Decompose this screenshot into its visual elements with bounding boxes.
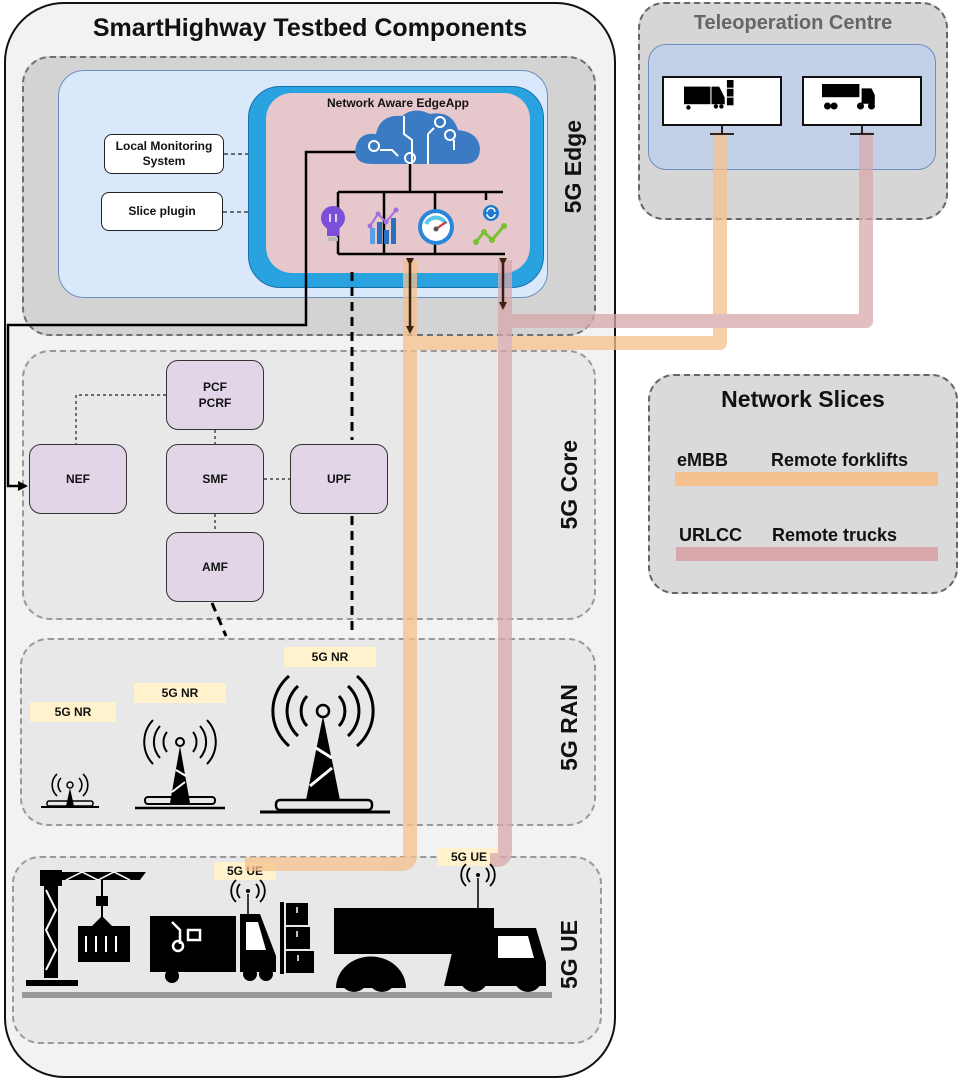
speedometer-icon xyxy=(418,209,454,245)
crane-icon xyxy=(26,870,146,986)
lightbulb-icon xyxy=(321,206,345,241)
road xyxy=(22,992,552,998)
forklift-truck-icon xyxy=(150,879,314,983)
urllc-slice-path-tele xyxy=(505,132,873,328)
forklift-truck-monitor-icon xyxy=(684,80,734,110)
cell-tower-medium-icon xyxy=(135,719,225,810)
amf-ran-link xyxy=(210,602,228,637)
pcf-nef-link xyxy=(75,394,166,444)
truck-monitor-icon xyxy=(822,84,876,110)
network-sync-icon xyxy=(473,205,507,245)
truck-icon xyxy=(334,863,546,992)
diagram-overlay xyxy=(6,80,876,998)
ai-cloud-icon xyxy=(355,110,480,164)
cell-tower-large-icon xyxy=(260,674,390,814)
edgeapp-nef-link xyxy=(6,150,362,491)
cell-tower-small-icon xyxy=(41,773,99,808)
